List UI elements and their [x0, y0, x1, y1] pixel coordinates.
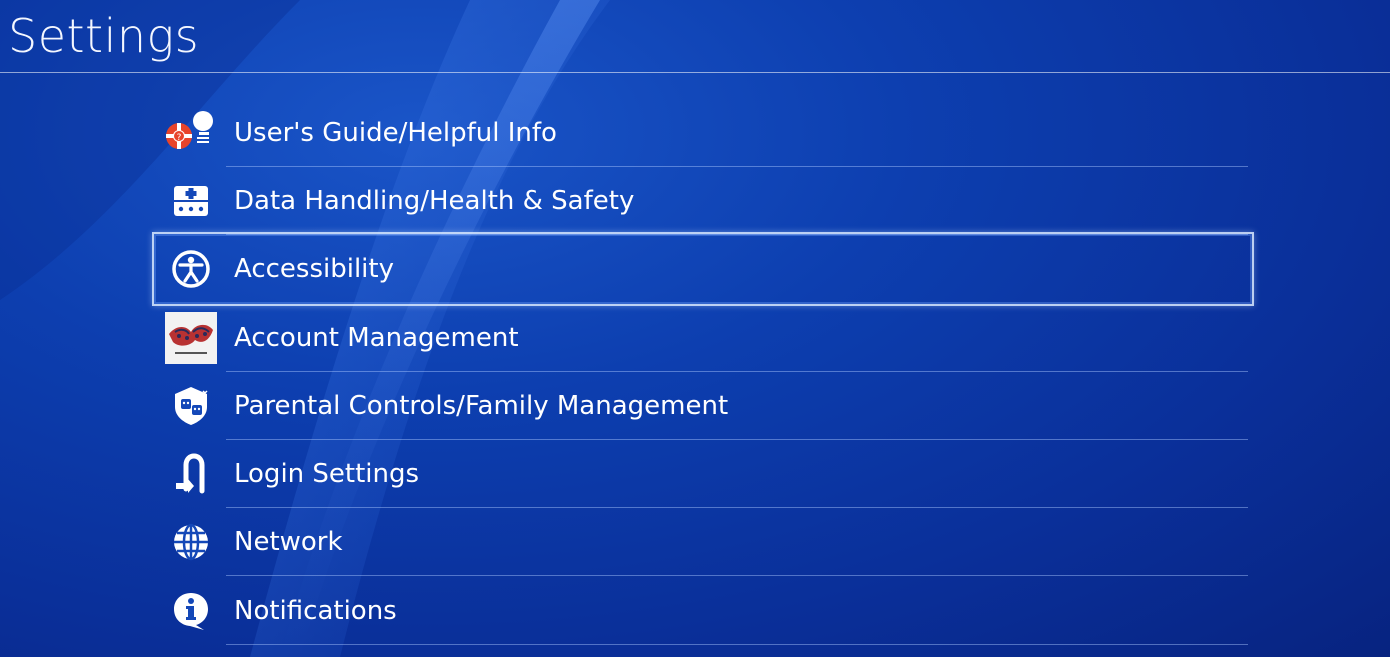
accessibility-icon [164, 243, 218, 295]
parental-controls-icon [164, 380, 218, 432]
menu-item-label: Network [234, 527, 343, 557]
menu-item-notifications[interactable]: Notifications [156, 577, 1250, 645]
menu-item-accessibility[interactable]: Accessibility [152, 232, 1254, 306]
login-icon [164, 448, 218, 500]
menu-item-parental-controls[interactable]: Parental Controls/Family Management [156, 372, 1250, 440]
menu-item-label: User's Guide/Helpful Info [234, 118, 557, 148]
menu-item-data-handling[interactable]: Data Handling/Health & Safety [156, 167, 1250, 235]
divider [226, 644, 1248, 645]
menu-item-label: Notifications [234, 596, 397, 626]
menu-item-label: Data Handling/Health & Safety [234, 186, 635, 216]
menu-item-login-settings[interactable]: Login Settings [156, 440, 1250, 508]
menu-item-account-management[interactable]: Account Management [156, 304, 1250, 372]
menu-item-label: Login Settings [234, 459, 420, 489]
divider [226, 575, 1248, 576]
svg-text:?: ? [177, 133, 182, 143]
menu-item-label: Parental Controls/Family Management [234, 391, 729, 421]
account-avatar [164, 312, 218, 364]
menu-item-label: Accessibility [234, 254, 394, 284]
first-aid-icon [164, 175, 218, 227]
help-lightbulb-icon: ? [164, 107, 218, 159]
menu-item-network[interactable]: Network [156, 508, 1250, 576]
menu-item-label: Account Management [234, 323, 519, 353]
menu-item-users-guide[interactable]: ? User's Guide/Helpful Info [156, 99, 1250, 167]
info-icon [164, 585, 218, 637]
globe-icon [164, 516, 218, 568]
settings-menu: ? User's Guide/Helpful Info Data Handlin… [0, 0, 1390, 657]
